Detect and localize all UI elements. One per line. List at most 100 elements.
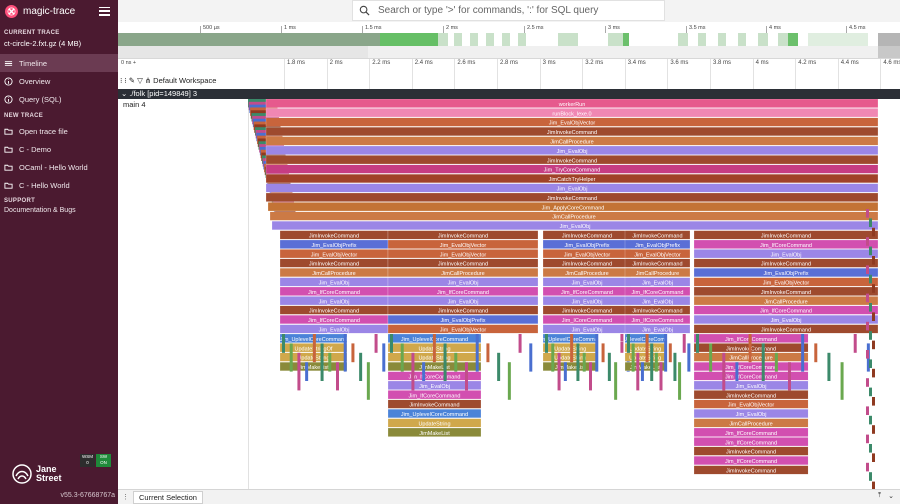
flame-slice-small[interactable] bbox=[687, 343, 691, 372]
flame-slice-small[interactable] bbox=[869, 331, 872, 340]
flame-slice-small[interactable] bbox=[475, 334, 479, 372]
flame-slice-small[interactable] bbox=[696, 334, 699, 353]
flame-slice-small[interactable] bbox=[664, 334, 668, 372]
collapse-all-icon[interactable]: ⁝ bbox=[120, 76, 122, 85]
flame-slice-small[interactable] bbox=[673, 352, 677, 381]
flame-slice-small[interactable] bbox=[709, 343, 713, 372]
flame-slice-small[interactable] bbox=[814, 343, 818, 363]
flame-slice-small[interactable] bbox=[650, 343, 654, 381]
sidebar-item-overview[interactable]: Overview bbox=[0, 72, 118, 90]
sidebar-item-c-demo[interactable]: C - Demo bbox=[0, 140, 118, 158]
flame-slice-small[interactable] bbox=[869, 387, 872, 397]
flame-slice-small[interactable] bbox=[866, 293, 869, 303]
flame-slice-small[interactable] bbox=[343, 334, 347, 372]
flame-slice-small[interactable] bbox=[640, 362, 644, 381]
flame-slice-small[interactable] bbox=[320, 343, 324, 381]
sidebar-item-c-hello-world[interactable]: C - Hello World bbox=[0, 176, 118, 194]
sidebar-item-ocaml-hello-world[interactable]: OCaml - Hello World bbox=[0, 158, 118, 176]
flame-slice-small[interactable] bbox=[645, 334, 649, 363]
flame-slice-small[interactable] bbox=[827, 352, 831, 381]
flame-slice-small[interactable] bbox=[866, 462, 869, 472]
flame-slice-small[interactable] bbox=[872, 397, 875, 406]
flame-slice-small[interactable] bbox=[801, 334, 805, 372]
flame-slice-small[interactable] bbox=[869, 274, 872, 284]
flame-slice-small[interactable] bbox=[788, 362, 791, 391]
flame-slice-small[interactable] bbox=[866, 378, 869, 387]
flame-slice-small[interactable] bbox=[872, 425, 875, 434]
filter-icon[interactable]: ▽ bbox=[137, 76, 143, 85]
maximize-panel-icon[interactable]: ⤒ bbox=[878, 492, 881, 500]
flame-slice-small[interactable] bbox=[595, 334, 599, 372]
flame-slice-small[interactable] bbox=[636, 352, 640, 391]
flame-slice-small[interactable] bbox=[872, 227, 875, 237]
flame-slice-small[interactable] bbox=[761, 343, 765, 381]
tab-current-selection[interactable]: Current Selection bbox=[133, 491, 203, 504]
flame-slice-small[interactable] bbox=[336, 362, 339, 391]
flame-slice-small[interactable] bbox=[601, 343, 605, 363]
flame-slice-small[interactable] bbox=[654, 352, 658, 372]
flame-slice-small[interactable] bbox=[359, 352, 363, 381]
flame-slice-small[interactable] bbox=[853, 334, 857, 353]
flame-slice-small[interactable] bbox=[465, 362, 468, 391]
flame-slice-small[interactable] bbox=[551, 343, 555, 372]
flame-slice-small[interactable] bbox=[432, 334, 436, 363]
flame-slice-small[interactable] bbox=[305, 362, 309, 381]
flame-slice-small[interactable] bbox=[328, 352, 332, 372]
workspace-name[interactable]: Default Workspace bbox=[153, 76, 216, 85]
thread-track-label[interactable]: main 4 bbox=[118, 99, 249, 504]
flame-slice-small[interactable] bbox=[545, 334, 548, 353]
flame-slice-small[interactable] bbox=[866, 406, 869, 415]
flame-slice-small[interactable] bbox=[869, 246, 872, 256]
flame-slice-small[interactable] bbox=[443, 343, 447, 381]
omnibox[interactable] bbox=[352, 0, 665, 21]
flame-slice-small[interactable] bbox=[582, 352, 586, 372]
flame-slice-small[interactable] bbox=[869, 415, 872, 425]
flame-slice-small[interactable] bbox=[869, 359, 872, 368]
flame-slice-small[interactable] bbox=[411, 352, 415, 391]
documentation-link[interactable]: Documentation & Bugs bbox=[0, 207, 118, 214]
flame-slice-small[interactable] bbox=[872, 256, 875, 265]
flame-slice-small[interactable] bbox=[557, 352, 561, 391]
flame-slice-small[interactable] bbox=[678, 362, 682, 400]
flame-slice-small[interactable] bbox=[607, 352, 611, 381]
search-input[interactable] bbox=[378, 5, 664, 16]
flame-slice-small[interactable] bbox=[869, 472, 872, 481]
flame-slice-small[interactable] bbox=[866, 350, 869, 359]
flame-slice-small[interactable] bbox=[382, 343, 386, 372]
collapse-panel-icon[interactable]: ⌄ bbox=[888, 492, 894, 500]
flame-graph[interactable]: workerRun runBlock_lexe.0 Jim_EvalObjVecto… bbox=[248, 99, 900, 489]
flame-slice-small[interactable] bbox=[869, 218, 872, 227]
sidebar-item-timeline[interactable]: Timeline bbox=[0, 54, 118, 72]
flame-slice-small[interactable] bbox=[668, 343, 672, 363]
flame-slice-small[interactable] bbox=[374, 334, 378, 353]
flame-slice-small[interactable] bbox=[351, 343, 355, 363]
flame-slice-small[interactable] bbox=[312, 334, 316, 363]
flame-slice-small[interactable] bbox=[682, 334, 686, 353]
flame-slice-small[interactable] bbox=[614, 362, 618, 400]
flame-slice-small[interactable] bbox=[735, 362, 739, 381]
flame-slice-small[interactable] bbox=[840, 362, 844, 400]
flame-slice-small[interactable] bbox=[570, 334, 574, 363]
flame-slice-small[interactable] bbox=[497, 352, 501, 381]
pin-icon[interactable]: ✎ bbox=[129, 76, 135, 85]
drag-handle-icon[interactable]: ⋮ bbox=[122, 493, 129, 501]
flame-slice-small[interactable] bbox=[866, 209, 869, 218]
flame-slice-small[interactable] bbox=[366, 362, 370, 400]
flame-slice-small[interactable] bbox=[529, 343, 533, 372]
flame-slice-small[interactable] bbox=[390, 334, 393, 353]
flame-slice-small[interactable] bbox=[297, 352, 301, 391]
sidebar-item-query-sql-[interactable]: Query (SQL) bbox=[0, 90, 118, 108]
flame-slice-small[interactable] bbox=[872, 284, 875, 293]
chevron-down-icon[interactable]: ⌄ bbox=[121, 89, 127, 99]
flame-slice-small[interactable] bbox=[486, 343, 490, 363]
flame-slice-small[interactable] bbox=[869, 444, 872, 453]
flame-slice-small[interactable] bbox=[872, 312, 875, 321]
flame-slice-small[interactable] bbox=[518, 334, 522, 353]
sidebar-item-open-trace-file[interactable]: Open trace file bbox=[0, 122, 118, 140]
flame-slice-small[interactable] bbox=[507, 362, 511, 400]
flame-slice-small[interactable] bbox=[289, 343, 293, 372]
flame-slice-small[interactable] bbox=[400, 343, 404, 372]
flame-slice-small[interactable] bbox=[872, 340, 875, 350]
flame-slice-small[interactable] bbox=[576, 343, 580, 381]
flame-slice-small[interactable] bbox=[866, 321, 869, 331]
